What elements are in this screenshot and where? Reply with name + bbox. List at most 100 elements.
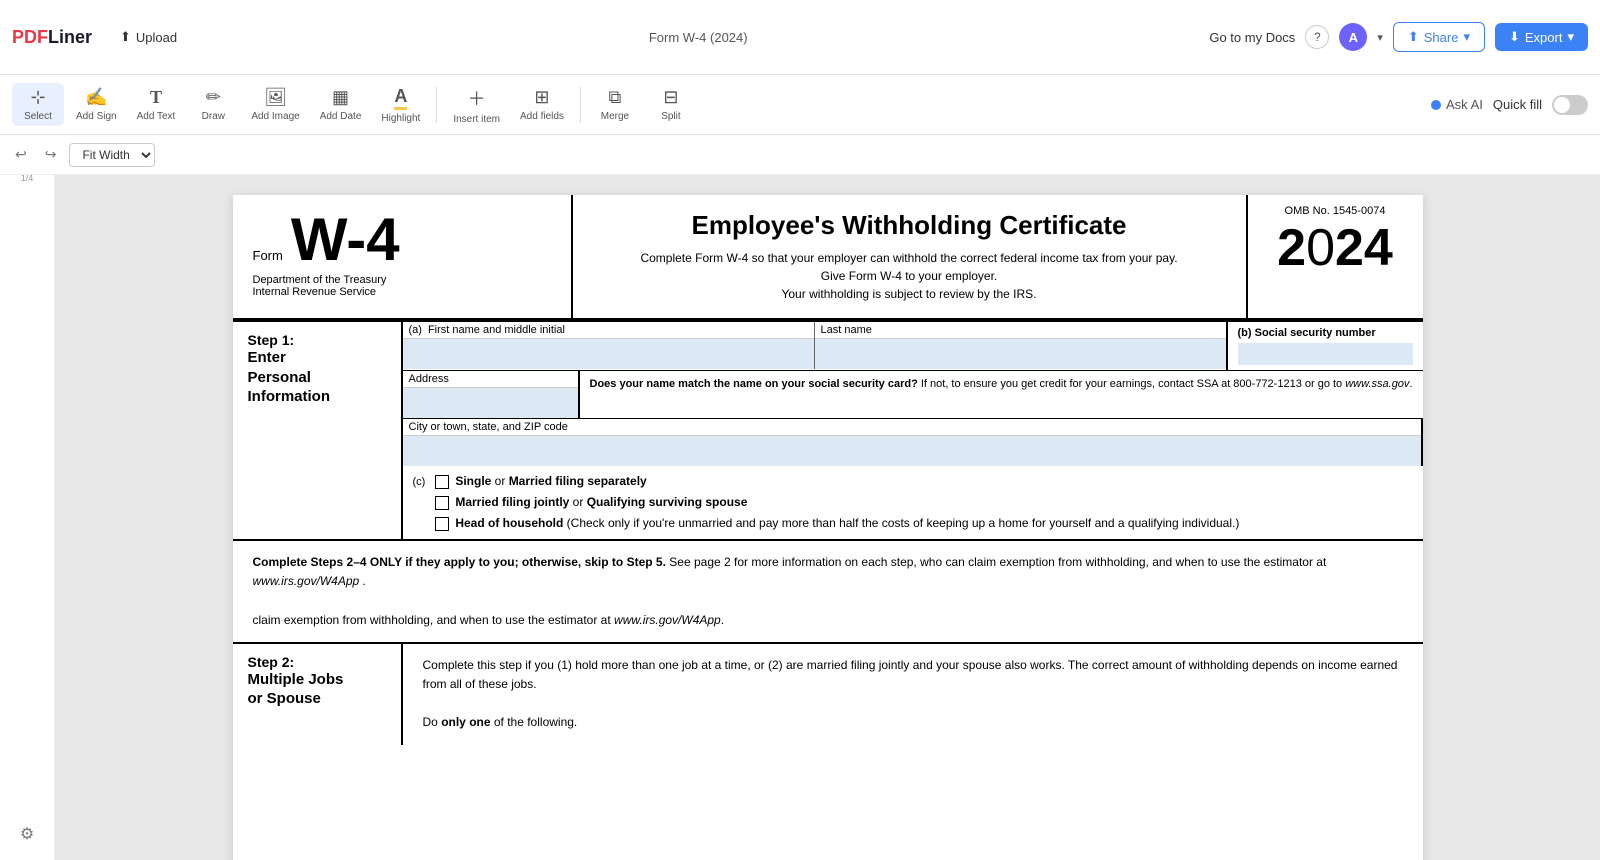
last-name-input[interactable] — [815, 339, 1226, 369]
info-claim-text: claim exemption from withholding, and wh… — [253, 613, 725, 627]
toolbar: ⊹ Select ✍ Add Sign T Add Text ✏ Draw 🖼 … — [0, 75, 1600, 135]
ask-ai-label: Ask AI — [1446, 97, 1483, 112]
form-w4-title: W-4 — [291, 210, 400, 270]
add-text-label: Add Text — [137, 111, 176, 122]
toolbar-divider-1 — [436, 87, 437, 123]
city-label: City or town, state, and ZIP code — [403, 419, 1421, 436]
step2-paragraph-1: Complete this step if you (1) hold more … — [423, 656, 1403, 694]
dept-label: Department of the Treasury — [253, 274, 551, 286]
checkbox-3-label: Head of household (Check only if you're … — [455, 516, 1239, 530]
form-header: Form W-4 Department of the Treasury Inte… — [233, 195, 1423, 320]
tool-merge[interactable]: ⧉ Merge — [589, 83, 641, 126]
add-date-icon: ▦ — [332, 87, 349, 108]
omb-number: OMB No. 1545-0074 — [1263, 205, 1408, 217]
checkbox-1-single: Single — [455, 474, 491, 488]
form-subtitle-3: Your withholding is subject to review by… — [593, 285, 1226, 303]
first-name-input[interactable] — [403, 339, 814, 369]
insert-label: Insert item — [453, 114, 500, 125]
draw-icon: ✏ — [206, 87, 221, 108]
redo-button[interactable]: ↪ — [40, 143, 62, 166]
ssn-input[interactable] — [1238, 343, 1413, 365]
undo-button[interactable]: ↩ — [10, 143, 32, 166]
merge-icon: ⧉ — [609, 87, 622, 108]
form-main-title: Employee's Withholding Certificate — [593, 210, 1226, 241]
help-button[interactable]: ? — [1305, 25, 1329, 49]
add-date-label: Add Date — [320, 111, 362, 122]
step1-title: EnterPersonalInformation — [248, 348, 386, 407]
upload-icon: ⬆ — [120, 29, 131, 45]
checkbox-2-qss: Qualifying surviving spouse — [587, 495, 748, 509]
tool-highlight[interactable]: A Highlight — [373, 82, 428, 128]
tool-split[interactable]: ⊟ Split — [645, 83, 697, 126]
add-image-icon: 🖼 — [264, 87, 287, 108]
checkbox-3-hoh: Head of household — [455, 516, 563, 530]
checkbox-section: (c) Single or Married filing separately … — [403, 466, 1423, 539]
info-rest-text: See page 2 for more information on each … — [669, 555, 1326, 569]
insert-icon: ＋ — [468, 85, 486, 111]
address-label: Address — [403, 371, 578, 388]
go-to-docs-link[interactable]: Go to my Docs — [1209, 30, 1295, 45]
form-subtitle-2: Give Form W-4 to your employer. — [593, 267, 1226, 285]
sidebar-settings-icon[interactable]: ⚙ — [14, 818, 40, 850]
quick-fill-toggle[interactable] — [1552, 95, 1588, 115]
tool-select[interactable]: ⊹ Select — [12, 83, 64, 126]
step2-only-one: only one — [441, 715, 490, 729]
checkbox-2[interactable] — [435, 496, 449, 510]
toolbar-divider-2 — [580, 87, 581, 123]
left-sidebar: 📄 1/4 ⚙ — [0, 135, 55, 860]
first-name-group: (a) First name and middle initial — [403, 322, 815, 369]
tool-add-text[interactable]: T Add Text — [129, 83, 184, 126]
export-chevron-icon: ▾ — [1567, 29, 1574, 45]
address-row: Address Does your name match the name on… — [403, 371, 1423, 419]
step2-number: Step 2: — [248, 654, 386, 670]
fit-width-select[interactable]: Fit Width — [69, 143, 155, 167]
ssn-title: Social security number — [1255, 327, 1376, 339]
split-label: Split — [661, 111, 680, 122]
quick-fill-label: Quick fill — [1493, 97, 1542, 112]
irs-label: Internal Revenue Service — [253, 286, 551, 298]
logo-liner: Liner — [48, 27, 92, 48]
field-a-label: (a) — [409, 324, 422, 336]
highlight-icon: A — [394, 86, 407, 110]
tool-insert-item[interactable]: ＋ Insert item — [445, 81, 508, 129]
form-header-center: Employee's Withholding Certificate Compl… — [573, 195, 1248, 318]
settings-icon: ⚙ — [20, 824, 34, 844]
checkbox-items: Single or Married filing separately Marr… — [435, 474, 1239, 531]
select-label: Select — [24, 111, 52, 122]
export-icon: ⬇ — [1509, 29, 1520, 45]
draw-label: Draw — [202, 111, 225, 122]
upload-button[interactable]: ⬆ Upload — [110, 24, 187, 50]
avatar[interactable]: A — [1339, 23, 1367, 51]
address-input[interactable] — [403, 388, 578, 418]
checkbox-2-label: Married filing jointly or Qualifying sur… — [455, 495, 747, 509]
tool-draw[interactable]: ✏ Draw — [187, 83, 239, 126]
avatar-chevron[interactable]: ▾ — [1377, 31, 1383, 44]
step2-content: Complete this step if you (1) hold more … — [403, 644, 1423, 745]
header-right: Go to my Docs ? A ▾ ⬆ Share ▾ ⬇ Export ▾ — [1209, 22, 1588, 52]
checkbox-3[interactable] — [435, 517, 449, 531]
checkbox-item-3: Head of household (Check only if you're … — [435, 516, 1239, 531]
export-button[interactable]: ⬇ Export ▾ — [1495, 23, 1588, 51]
add-sign-label: Add Sign — [76, 111, 117, 122]
add-text-icon: T — [150, 87, 162, 108]
checkbox-item-2: Married filing jointly or Qualifying sur… — [435, 495, 1239, 510]
checkbox-1[interactable] — [435, 475, 449, 489]
toggle-knob — [1554, 97, 1570, 113]
city-input[interactable] — [403, 436, 1421, 466]
ssn-group: (b) Social security number — [1228, 322, 1423, 370]
header: PDF Liner ⬆ Upload Form W-4 (2024) Go to… — [0, 0, 1600, 75]
tool-add-sign[interactable]: ✍ Add Sign — [68, 83, 125, 126]
step2-label: Step 2: Multiple Jobsor Spouse — [233, 644, 403, 745]
tool-add-fields[interactable]: ⊞ Add fields — [512, 83, 572, 126]
toolbar-right: Ask AI Quick fill — [1431, 95, 1588, 115]
ask-ai-button[interactable]: Ask AI — [1431, 97, 1483, 112]
select-icon: ⊹ — [30, 87, 45, 108]
tool-add-image[interactable]: 🖼 Add Image — [243, 83, 307, 126]
sub-toolbar: ↩ ↪ Fit Width — [0, 135, 1600, 175]
step1-number: Step 1: — [248, 332, 386, 348]
city-row: City or town, state, and ZIP code — [403, 419, 1423, 466]
tool-add-date[interactable]: ▦ Add Date — [312, 83, 370, 126]
form-subtitle-1: Complete Form W-4 so that your employer … — [593, 249, 1226, 267]
form-header-right: OMB No. 1545-0074 2024 — [1248, 195, 1423, 318]
share-button[interactable]: ⬆ Share ▾ — [1393, 22, 1485, 52]
